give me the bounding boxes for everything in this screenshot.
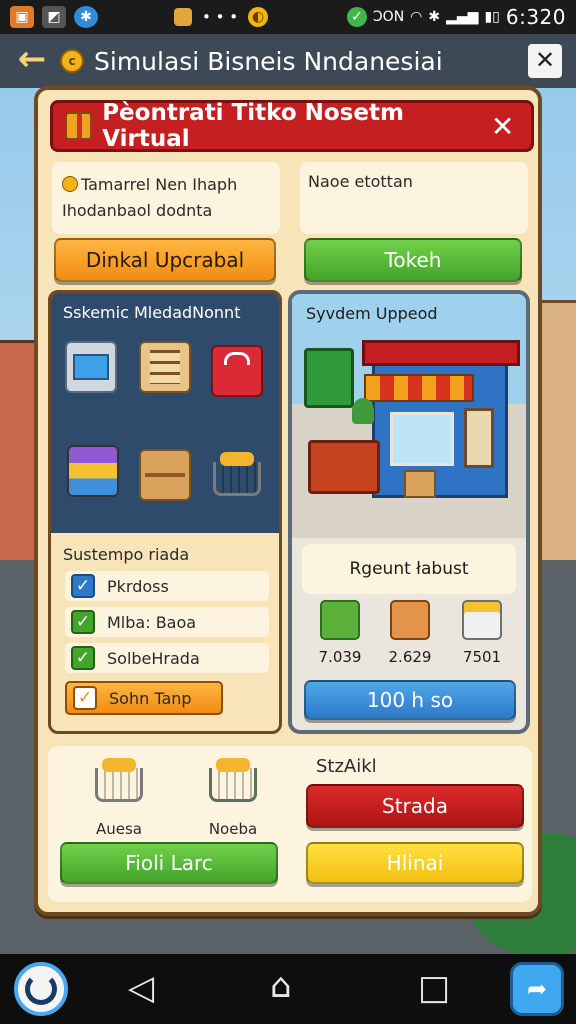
shelf-icon[interactable] bbox=[139, 341, 191, 393]
crate-icon bbox=[404, 470, 436, 498]
dialog-title: Pèontrati Titko Nosetm Virtual bbox=[102, 100, 404, 152]
checklist-item-label: Sohn Tanp bbox=[109, 688, 192, 708]
product-value: 7501 bbox=[462, 648, 502, 666]
status-label: StzAikl bbox=[316, 756, 377, 777]
arrow-left-icon[interactable]: ← bbox=[14, 42, 50, 79]
checklist-item-active[interactable]: ✓ Sohn Tanp bbox=[65, 681, 223, 715]
checklist-item-label: Pkrdoss bbox=[107, 576, 169, 596]
app-header: ← c Simulasi Bisneis Nndanesiai ✕ bbox=[0, 34, 576, 88]
checkbox-checked-icon[interactable]: ✓ bbox=[73, 686, 97, 710]
cart-label: Auesa bbox=[95, 820, 142, 838]
laptop-icon[interactable] bbox=[65, 341, 117, 393]
green-cart-icon bbox=[209, 758, 257, 808]
display-tray-icon bbox=[308, 440, 380, 494]
dialog-panel: Pèontrati Titko Nosetm Virtual ✕ Tamarre… bbox=[34, 86, 542, 916]
store-panel: Syvdem Uppeod Rgeunt łabust 7.039 2.629 … bbox=[288, 290, 530, 734]
checklist-item-label: Mlba: Baoa bbox=[107, 612, 197, 632]
final-button[interactable]: Hlinai bbox=[306, 842, 524, 884]
info-left-line1: Tamarrel Nen Ihaph bbox=[81, 175, 238, 194]
strada-button[interactable]: Strada bbox=[306, 784, 524, 828]
store-door bbox=[464, 408, 494, 468]
store-roof bbox=[362, 340, 520, 366]
checklist-item[interactable]: ✓ Pkrdoss bbox=[65, 571, 269, 601]
coin-icon: ◐ bbox=[248, 7, 269, 27]
box-icon[interactable] bbox=[139, 449, 191, 501]
building-right bbox=[536, 300, 576, 600]
navigation-bar: ◁ ⌂ □ ➦ bbox=[0, 954, 576, 1024]
system-panel-title: Sskemic MledadNonnt bbox=[63, 303, 241, 322]
store-panel-title: Syvdem Uppeod bbox=[306, 304, 438, 323]
gift-icon: ▣ bbox=[10, 6, 34, 28]
bluetooth-icon: ✱ bbox=[428, 9, 441, 25]
cart-label: Noeba bbox=[208, 820, 258, 838]
product-value: 7.039 bbox=[318, 648, 362, 666]
dialog-title-bar: Pèontrati Titko Nosetm Virtual ✕ bbox=[50, 100, 534, 152]
dialog-close-button[interactable]: ✕ bbox=[486, 110, 519, 143]
coin-icon bbox=[62, 176, 78, 192]
signal-icon: ▂▄▆ bbox=[446, 9, 479, 25]
checkbox-checked-icon[interactable]: ✓ bbox=[71, 610, 95, 634]
plant-icon bbox=[352, 398, 374, 424]
cart-item[interactable]: Noeba bbox=[188, 758, 278, 838]
status-check-icon: ✓ bbox=[346, 7, 367, 27]
info-left-line2: Ihodanbaol dodnta bbox=[62, 201, 213, 220]
back-triangle-icon[interactable]: ◁ bbox=[128, 968, 154, 1008]
package-icon bbox=[174, 8, 192, 26]
product-item[interactable]: 7501 bbox=[452, 600, 512, 666]
coin-icon: c bbox=[60, 49, 84, 73]
status-bar: ▣ ◩ ✱ • • • ◐ ✓ ƆON ◠ ✱ ▂▄▆ ▮▯ 6:320 bbox=[0, 0, 576, 34]
shopping-bag-icon[interactable] bbox=[211, 345, 263, 397]
white-container-icon bbox=[462, 600, 502, 640]
checkbox-checked-icon[interactable]: ✓ bbox=[71, 574, 95, 598]
store-action-button[interactable]: 100 h so bbox=[304, 680, 516, 720]
product-item[interactable]: 7.039 bbox=[310, 600, 370, 666]
home-icon[interactable]: ⌂ bbox=[270, 966, 292, 1006]
info-box-right: Naoe etottan bbox=[300, 162, 528, 234]
gallery-icon: ◩ bbox=[42, 6, 66, 28]
orange-cart-icon bbox=[95, 758, 143, 808]
green-crate-icon bbox=[320, 600, 360, 640]
shop-button[interactable]: Tokeh bbox=[304, 238, 522, 282]
bottom-section: Auesa Noeba StzAikl Strada Fioli Larc Hl… bbox=[48, 746, 532, 902]
upgrade-button[interactable]: Dinkal Upcrabal bbox=[54, 238, 276, 282]
recents-square-icon[interactable]: □ bbox=[418, 968, 450, 1008]
wifi-icon: ◠ bbox=[410, 9, 423, 25]
gift-icon bbox=[65, 112, 93, 140]
status-dots: • • • bbox=[202, 8, 239, 26]
cart-item[interactable]: Auesa bbox=[74, 758, 164, 838]
info-box-left: Tamarrel Nen Ihaph Ihodanbaol dodnta bbox=[52, 162, 280, 234]
info-right-text: Naoe etottan bbox=[308, 172, 413, 191]
system-icons-area: Sskemic MledadNonnt bbox=[51, 293, 279, 533]
store-window bbox=[390, 412, 454, 466]
checklist-item[interactable]: ✓ Mlba: Baoa bbox=[65, 607, 269, 637]
checklist-title: Sustempo riada bbox=[63, 545, 190, 564]
checklist-item[interactable]: ✓ SolbeHrada bbox=[65, 643, 269, 673]
clock-time: 6:320 bbox=[505, 5, 566, 29]
close-icon[interactable]: ✕ bbox=[528, 44, 562, 78]
product-value: 2.629 bbox=[388, 648, 432, 666]
app-launcher-icon[interactable] bbox=[14, 962, 68, 1016]
profile-button[interactable]: Fioli Larc bbox=[60, 842, 278, 884]
system-panel: Sskemic MledadNonnt Sustempo riada ✓ Pkr… bbox=[48, 290, 282, 734]
battery-icon: ▮▯ bbox=[484, 9, 500, 25]
stacked-boxes-icon[interactable] bbox=[67, 445, 119, 497]
network-text: ƆON bbox=[372, 9, 405, 25]
bluetooth-app-icon: ✱ bbox=[74, 6, 98, 28]
orange-basket-icon bbox=[390, 600, 430, 640]
checkbox-checked-icon[interactable]: ✓ bbox=[71, 646, 95, 670]
green-bin-icon bbox=[304, 348, 354, 408]
share-icon[interactable]: ➦ bbox=[510, 962, 564, 1016]
store-awning bbox=[364, 374, 474, 402]
result-label-box: Rgeunt łabust bbox=[302, 544, 516, 594]
cart-icon[interactable] bbox=[211, 452, 263, 505]
product-item[interactable]: 2.629 bbox=[380, 600, 440, 666]
checklist-item-label: SolbeHrada bbox=[107, 648, 200, 668]
store-illustration: Syvdem Uppeod bbox=[292, 294, 526, 538]
app-title: Simulasi Bisneis Nndanesiai bbox=[94, 46, 443, 76]
result-label: Rgeunt łabust bbox=[349, 559, 469, 579]
